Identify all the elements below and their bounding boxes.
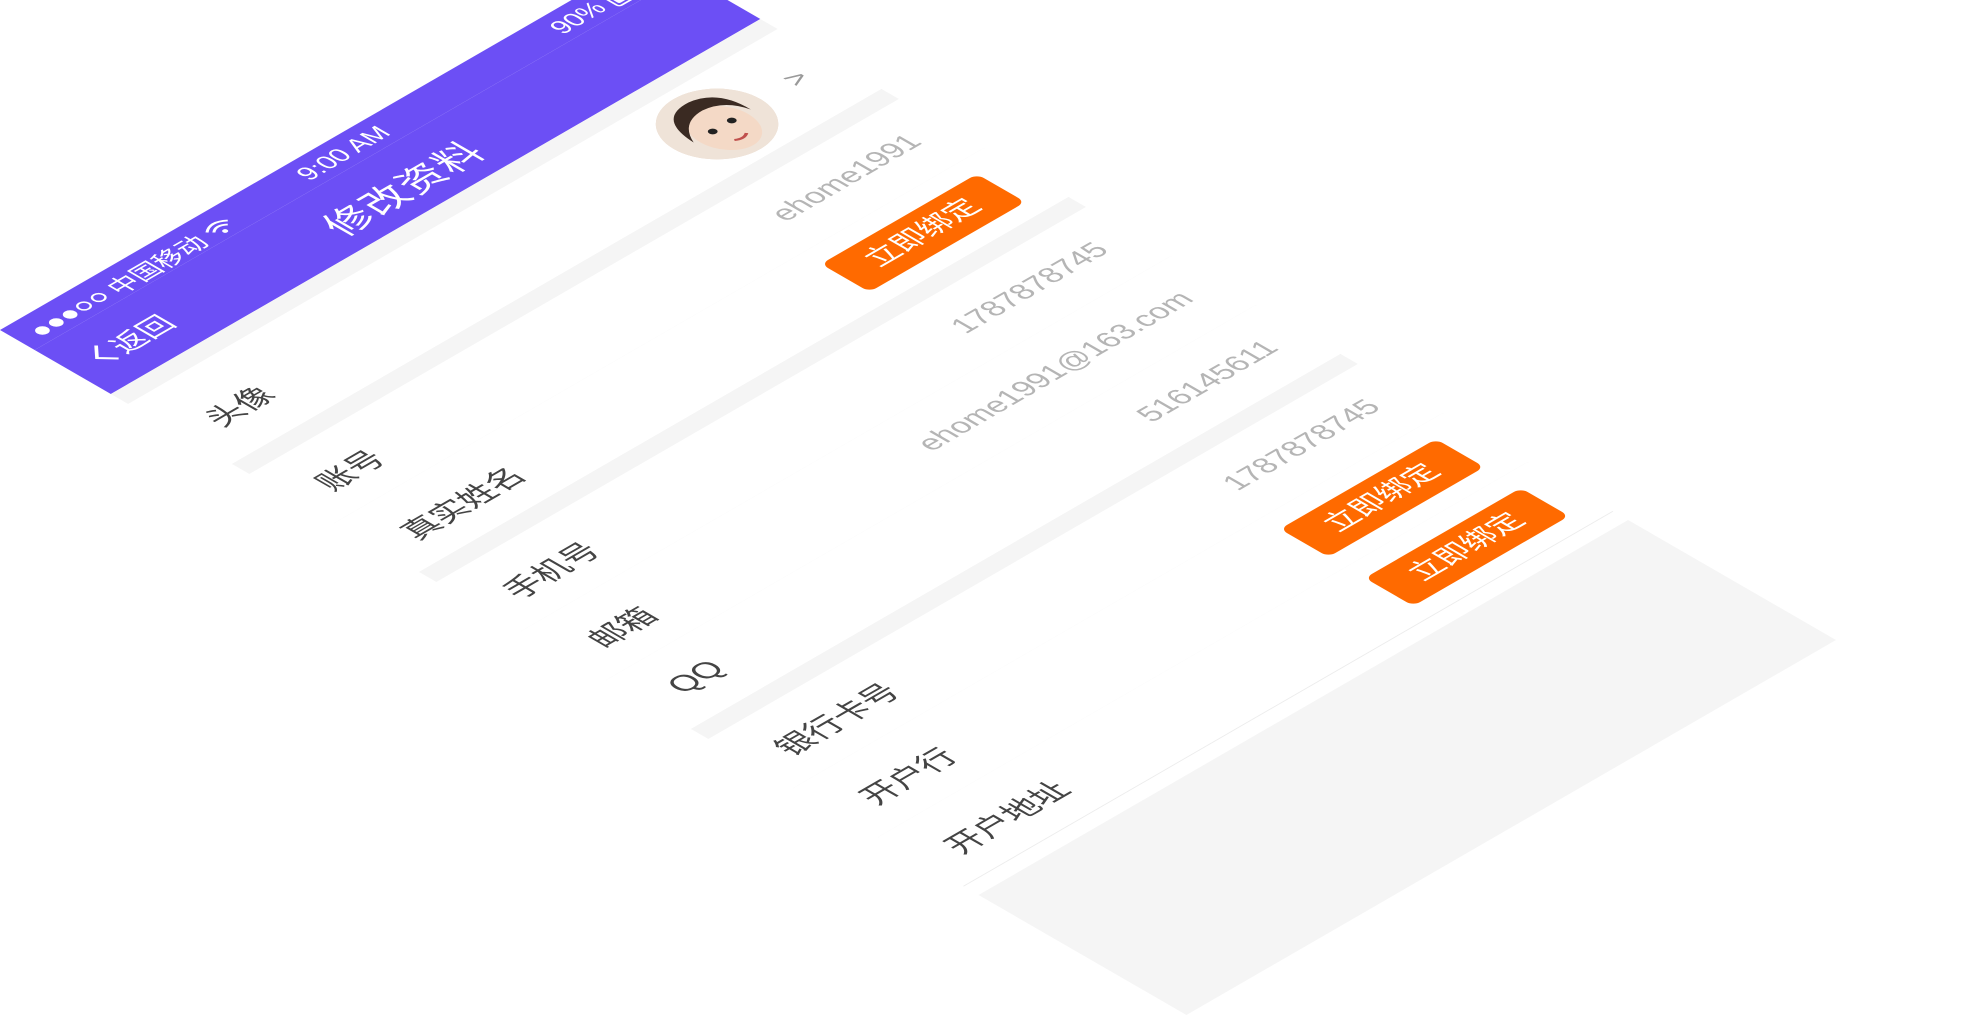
row-label: 邮箱 (579, 602, 666, 653)
chevron-right-icon: > (774, 66, 819, 92)
row-label: 头像 (196, 381, 284, 432)
row-label: 账号 (307, 445, 395, 496)
phone-screen: 中国移动 9:00 AM 90% 返回 修改资料 头像 > 账号 ehome19… (0, 0, 1836, 1015)
row-label: QQ (658, 655, 733, 698)
